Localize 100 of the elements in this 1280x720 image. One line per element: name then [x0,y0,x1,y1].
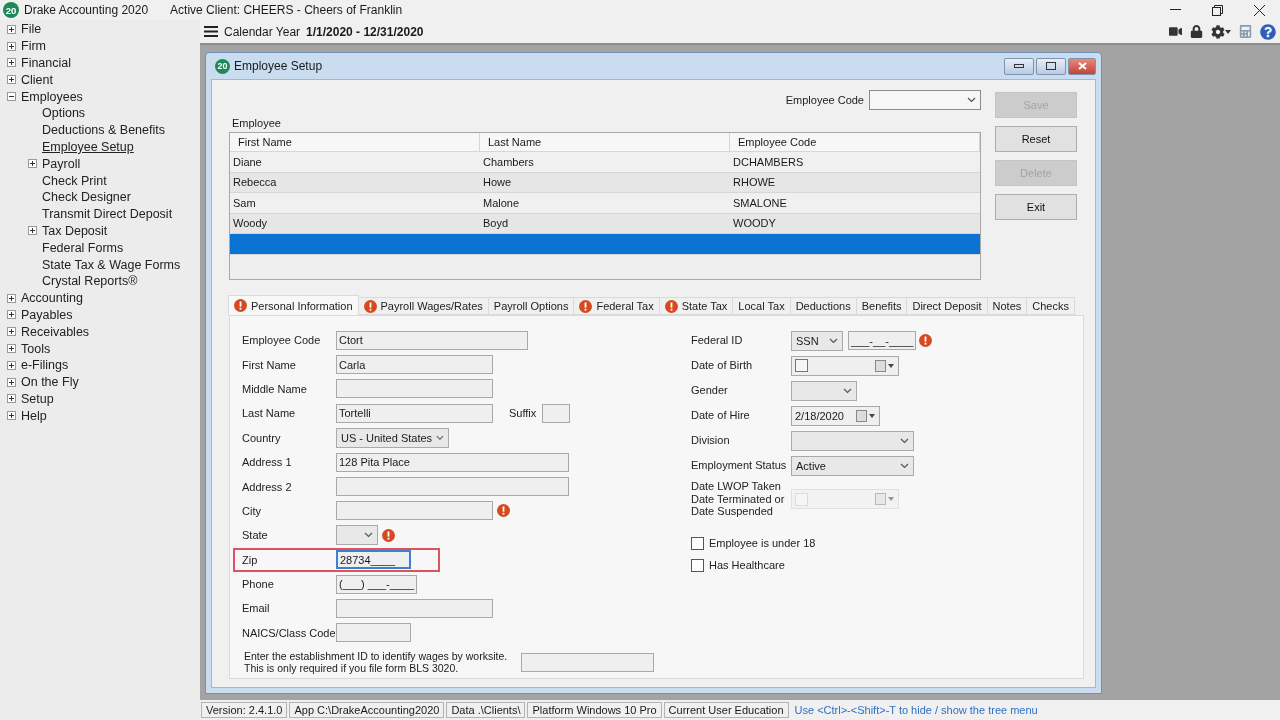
expand-icon[interactable] [7,58,16,68]
tree-item[interactable]: Setup [21,391,54,406]
input-field[interactable] [336,477,569,497]
tab[interactable]: Notes [986,297,1028,315]
tab[interactable]: Local Tax [732,297,791,315]
tree-item[interactable]: State Tax & Wage Forms [42,257,181,272]
checkbox[interactable] [691,558,704,572]
date-picker[interactable] [791,355,899,376]
dropdown[interactable]: SSN [791,330,843,351]
camera-icon[interactable] [1169,25,1182,38]
table-cell-text: Chambers [482,154,535,170]
tree-item[interactable]: Payroll [42,156,81,171]
tab[interactable]: Benefits [855,297,908,315]
grid-row[interactable] [230,234,980,255]
note-text: Enter the establishment ID to identify wages by worksite. This is only required if you file form BLS 3020. [244,650,508,675]
tree-item[interactable]: Help [21,408,47,423]
expand-icon[interactable] [28,159,37,169]
tree-item[interactable]: e-Filings [21,358,69,373]
input-field[interactable]: ___-__-____ [848,331,917,350]
input-field[interactable]: 28734____ [336,550,411,570]
date-picker[interactable]: 2/18/2020 [791,405,880,426]
checkbox[interactable] [795,359,808,372]
tree-item[interactable]: Employees [21,89,83,104]
input-field[interactable]: Tortelli [336,403,493,423]
minimize-button[interactable] [1004,57,1034,75]
action-button[interactable]: Reset [995,126,1077,152]
maximize-button[interactable] [1036,57,1066,75]
tab[interactable]: Payroll Options [487,297,575,315]
expand-icon[interactable] [7,377,16,387]
input-field[interactable]: 128 Pita Place [336,452,569,472]
tree-item[interactable]: Options [42,106,86,121]
grid-row[interactable]: Rebecca Howe RHOWE [230,172,980,193]
tab[interactable]: Federal Tax [573,297,660,315]
expand-icon[interactable] [7,344,16,354]
employee-code-dropdown[interactable] [869,90,981,110]
tree-item[interactable]: Receivables [21,324,90,339]
chevron-down-icon [829,337,838,344]
input-field[interactable] [336,599,493,618]
field-label: Date LWOP Taken Date Terminated or Date Suspended [691,480,786,518]
tab[interactable]: Deductions [789,297,857,315]
lock-icon[interactable] [1190,25,1203,38]
app-title: Drake Accounting 2020 [24,3,149,17]
input-field[interactable] [521,652,655,672]
expand-icon[interactable] [7,75,16,85]
expand-icon[interactable] [7,327,16,337]
restore-icon [1211,4,1223,16]
tree-item[interactable]: Tools [21,341,51,356]
field-label: Middle Name [242,382,308,395]
help-icon[interactable] [1260,23,1276,40]
tree-item[interactable]: Check Designer [42,190,131,205]
input-field[interactable] [336,501,493,521]
menu-icon[interactable] [204,26,218,37]
expand-icon[interactable] [7,411,16,421]
input-field[interactable]: Carla [336,355,493,375]
tab[interactable]: Payroll Wages/Rates [357,297,489,315]
chevron-down-icon [843,387,852,394]
input-field[interactable]: (___) ___-____ [336,574,418,594]
collapse-icon[interactable] [7,92,16,102]
expand-icon[interactable] [7,310,16,320]
input-field[interactable] [336,623,411,643]
action-button[interactable]: Exit [995,194,1077,220]
column-header[interactable]: Last Name [480,133,730,151]
tab[interactable]: State Tax [658,297,734,315]
tree-item[interactable]: Check Print [42,173,107,188]
tree-item[interactable]: File [21,22,42,37]
tree-item[interactable]: On the Fly [21,375,79,390]
settings-icon[interactable] [1211,24,1231,39]
input-field[interactable] [336,379,493,399]
expand-icon[interactable] [28,226,37,236]
tab[interactable]: Direct Deposit [906,297,988,315]
tree-item[interactable]: Accounting [21,291,83,306]
tree-item[interactable]: Payables [21,307,73,322]
grid-row[interactable]: Woody Boyd WOODY [230,213,980,234]
checkbox[interactable] [691,536,704,550]
tree-item[interactable]: Financial [21,56,72,70]
input-field[interactable] [542,403,571,423]
expand-icon[interactable] [7,360,16,370]
tree-item[interactable]: Employee Setup [42,139,134,154]
tab[interactable]: Personal Information [228,295,359,315]
tree-item[interactable]: Deductions & Benefits [42,123,165,138]
dropdown[interactable]: US - United States [336,427,449,448]
field-label: Country [242,431,282,444]
tab[interactable]: Checks [1026,297,1075,315]
column-header[interactable]: Employee Code [730,133,980,151]
table-cell-text: Diane [232,154,263,170]
expand-icon[interactable] [7,41,16,51]
field-label: State [242,529,269,542]
field-label: Address 2 [242,480,293,493]
column-header[interactable]: First Name [230,133,480,151]
tree-item[interactable]: Crystal Reports® [42,274,138,289]
expand-icon[interactable] [7,24,16,34]
dropdown[interactable]: Active [791,455,914,476]
input-field[interactable]: Ctort [336,330,528,350]
tree-item[interactable]: Tax Deposit [42,223,108,238]
tree-item[interactable]: Federal Forms [42,240,124,255]
expand-icon[interactable] [7,293,16,303]
tree-item[interactable]: Transmit Direct Deposit [42,207,173,222]
tree-item[interactable]: Firm [21,39,46,54]
tree-item[interactable]: Client [21,72,53,87]
expand-icon[interactable] [7,394,16,404]
